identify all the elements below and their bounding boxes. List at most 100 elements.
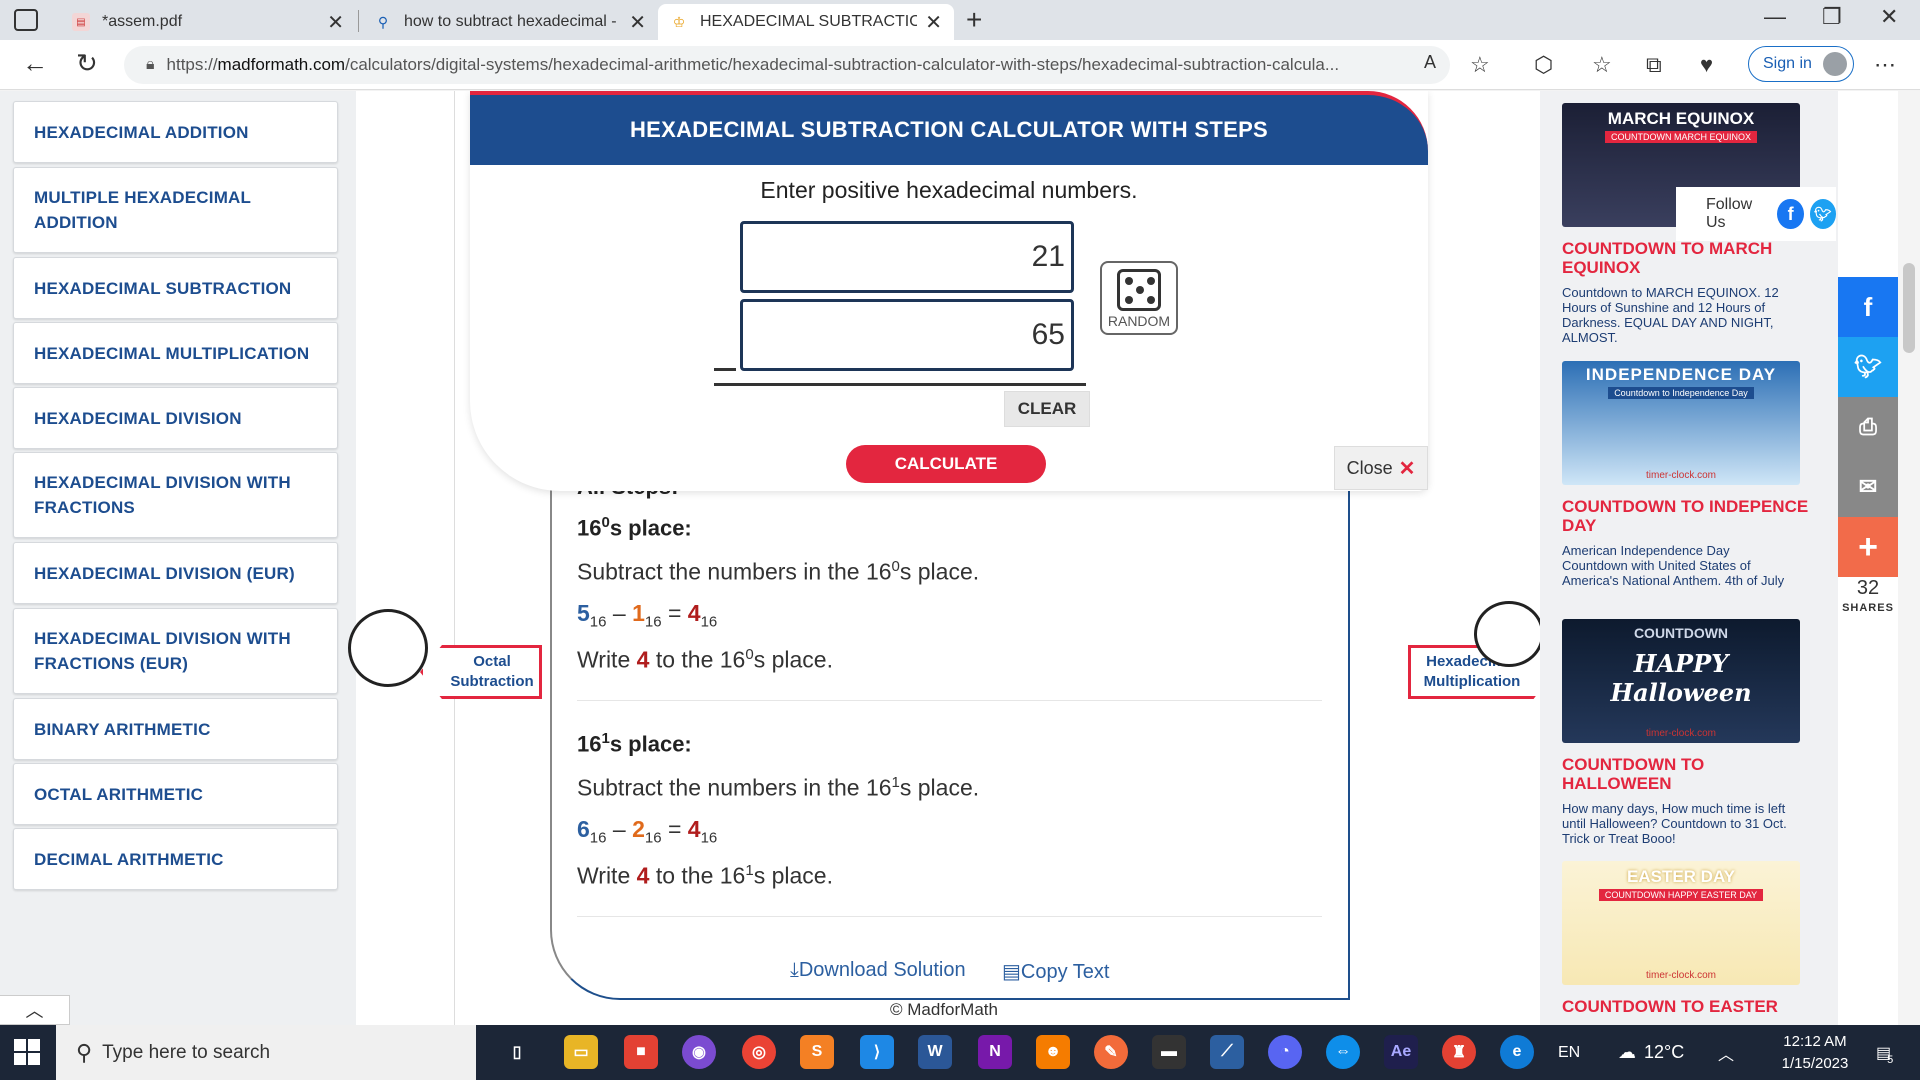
print-icon: ⎙	[1859, 414, 1877, 439]
clear-button[interactable]: CLEAR	[1004, 391, 1090, 427]
chrome-icon[interactable]: ◎	[742, 1035, 776, 1069]
add-favorite-icon[interactable]: ☆	[1470, 52, 1490, 78]
ad-description: How many days, How much time is left unt…	[1562, 801, 1787, 846]
facebook-icon[interactable]: f	[1777, 199, 1804, 229]
edge-icon[interactable]: e	[1500, 1035, 1534, 1069]
link-label: Multiplication	[1423, 673, 1521, 690]
sidebar-item-hex-division-eur[interactable]: HEXADECIMAL DIVISION (EUR)	[13, 542, 338, 604]
ad-easter-day[interactable]: EASTER DAY COUNTDOWN HAPPY EASTER DAY ti…	[1562, 861, 1800, 985]
app-orange-icon[interactable]: ☻	[1036, 1035, 1070, 1069]
url-field[interactable]: 🔒︎ https://madformath.com/calculators/di…	[124, 46, 1450, 84]
health-icon[interactable]: ♥	[1700, 52, 1713, 78]
collections-icon[interactable]: ⧉	[1646, 52, 1662, 78]
onenote-icon[interactable]: N	[978, 1035, 1012, 1069]
new-tab-button[interactable]: +	[966, 4, 982, 36]
app-red-icon[interactable]: ■	[624, 1035, 658, 1069]
right-sidebar: MARCH EQUINOX COUNTDOWN MARCH EQUINOX CO…	[1540, 91, 1838, 1025]
share-more-button[interactable]: +	[1838, 517, 1898, 577]
tab-actions-icon[interactable]	[14, 9, 38, 31]
maximize-icon[interactable]: ❐	[1822, 4, 1842, 30]
ad-title: EASTER DAY	[1626, 867, 1735, 886]
tab-calculator[interactable]: ♔ HEXADECIMAL SUBTRACTION C/ ✕	[658, 4, 954, 40]
sidebar-item-hex-division[interactable]: HEXADECIMAL DIVISION	[13, 387, 338, 449]
ad-foot: timer-clock.com	[1645, 470, 1716, 481]
weather-widget[interactable]: ☁ 12°C	[1618, 1025, 1684, 1080]
tab-title: HEXADECIMAL SUBTRACTION C/	[700, 13, 918, 30]
discord-icon[interactable]: ◔	[1268, 1035, 1302, 1069]
terminal-icon[interactable]: ▬	[1152, 1035, 1186, 1069]
vertical-scrollbar[interactable]	[1898, 91, 1920, 1025]
app-figure-icon[interactable]: ♜	[1442, 1035, 1476, 1069]
app-brush-icon[interactable]: ✎	[1094, 1035, 1128, 1069]
close-icon[interactable]: ✕	[629, 10, 646, 35]
github-desktop-icon[interactable]: ◉	[682, 1035, 716, 1069]
sidebar-item-hex-multiplication[interactable]: HEXADECIMAL MULTIPLICATION	[13, 322, 338, 384]
window-close-icon[interactable]: ✕	[1880, 4, 1898, 30]
tray-chevron-icon[interactable]: ︿	[1718, 1025, 1734, 1080]
scroll-to-top-button[interactable]: ︿	[0, 995, 70, 1025]
close-icon[interactable]: ✕	[925, 10, 942, 35]
close-button[interactable]: Close ✕	[1334, 446, 1428, 490]
vscode-icon[interactable]: ⟩	[860, 1035, 894, 1069]
sidebar-item-hex-division-fractions-eur[interactable]: HEXADECIMAL DIVISION WITH FRACTIONS (EUR…	[13, 608, 338, 694]
scrollbar-thumb[interactable]	[1903, 263, 1915, 353]
tab-pdf[interactable]: ▤ *assem.pdf ✕	[60, 4, 356, 40]
refresh-icon[interactable]: ↻	[76, 48, 98, 79]
app-network-icon[interactable]: ⟋	[1210, 1035, 1244, 1069]
notifications-icon[interactable]: ▤ 5	[1876, 1025, 1893, 1080]
more-icon[interactable]: ⋯	[1874, 52, 1896, 78]
sidebar-item-hex-division-fractions[interactable]: HEXADECIMAL DIVISION WITH FRACTIONS	[13, 452, 338, 538]
calculate-button[interactable]: CALCULATE	[846, 445, 1046, 483]
octal-subtraction-link[interactable]: Octal Subtraction	[420, 645, 542, 699]
clock[interactable]: 12:12 AM 1/15/2023	[1760, 1031, 1870, 1075]
taskbar-search[interactable]: ⚲ Type here to search	[56, 1025, 476, 1080]
word-icon[interactable]: W	[918, 1035, 952, 1069]
ad-heading[interactable]: COUNTDOWN TO MARCH EQUINOX	[1562, 239, 1812, 277]
random-button[interactable]: RANDOM	[1100, 261, 1178, 335]
favorites-icon[interactable]: ☆	[1592, 52, 1612, 78]
ad-description: Countdown to MARCH EQUINOX. 12 Hours of …	[1562, 285, 1779, 345]
extensions-icon[interactable]: ⬡	[1534, 52, 1553, 78]
share-label: SHARES	[1842, 602, 1894, 614]
sidebar-item-multiple-hex-addition[interactable]: MULTIPLE HEXADECIMAL ADDITION	[13, 167, 338, 253]
download-label: Download Solution	[798, 959, 966, 981]
sidebar-item-octal-arithmetic[interactable]: OCTAL ARITHMETIC	[13, 763, 338, 825]
tab-search[interactable]: ⚲ how to subtract hexadecimal - Se ✕	[362, 4, 658, 40]
windows-start-icon[interactable]	[14, 1039, 40, 1065]
email-icon: ✉	[1858, 474, 1878, 499]
sum-line	[714, 383, 1086, 386]
ad-halloween[interactable]: COUNTDOWN HAPPY Halloween timer-clock.co…	[1562, 619, 1800, 743]
share-twitter-button[interactable]: 🐦︎	[1838, 337, 1898, 397]
divider	[577, 700, 1322, 701]
read-aloud-icon[interactable]: A	[1424, 52, 1436, 73]
ad-independence-day[interactable]: INDEPENDENCE DAY Countdown to Independen…	[1562, 361, 1800, 485]
subtrahend-input[interactable]: 65	[740, 299, 1074, 371]
share-email-button[interactable]: ✉	[1838, 457, 1898, 517]
minimize-icon[interactable]: —	[1764, 4, 1786, 30]
download-solution-link[interactable]: ⤓Download Solution	[790, 959, 966, 982]
minuend-input[interactable]: 21	[740, 221, 1074, 293]
ad-heading[interactable]: COUNTDOWN TO EASTER	[1562, 997, 1812, 1016]
sign-in-label: Sign in	[1763, 55, 1812, 72]
sidebar-item-label: HEXADECIMAL DIVISION	[34, 408, 242, 428]
sidebar-item-hex-subtraction[interactable]: HEXADECIMAL SUBTRACTION	[13, 257, 338, 319]
language-indicator[interactable]: EN	[1558, 1025, 1580, 1080]
after-effects-icon[interactable]: Ae	[1384, 1035, 1418, 1069]
ad-heading[interactable]: COUNTDOWN TO HALLOWEEN	[1562, 755, 1812, 793]
copy-text-link[interactable]: ▤Copy Text	[1002, 959, 1109, 984]
ad-sub: COUNTDOWN MARCH EQUINOX	[1605, 131, 1757, 143]
sidebar-item-hex-addition[interactable]: HEXADECIMAL ADDITION	[13, 101, 338, 163]
sidebar-item-decimal-arithmetic[interactable]: DECIMAL ARITHMETIC	[13, 828, 338, 890]
back-icon[interactable]: ←	[22, 48, 48, 79]
task-view-icon[interactable]: ▯	[500, 1035, 534, 1069]
sublime-icon[interactable]: S	[800, 1035, 834, 1069]
share-facebook-button[interactable]: f	[1838, 277, 1898, 337]
share-print-button[interactable]: ⎙	[1838, 397, 1898, 457]
close-icon[interactable]: ✕	[327, 10, 344, 35]
sidebar-item-binary-arithmetic[interactable]: BINARY ARITHMETIC	[13, 698, 338, 760]
teamviewer-icon[interactable]: ⇔	[1326, 1035, 1360, 1069]
twitter-icon[interactable]: 🐦︎	[1809, 199, 1837, 229]
ad-heading[interactable]: COUNTDOWN TO INDEPENCE DAY	[1562, 497, 1812, 535]
file-explorer-icon[interactable]: ▭	[564, 1035, 598, 1069]
sign-in-button[interactable]: Sign in	[1748, 46, 1854, 82]
